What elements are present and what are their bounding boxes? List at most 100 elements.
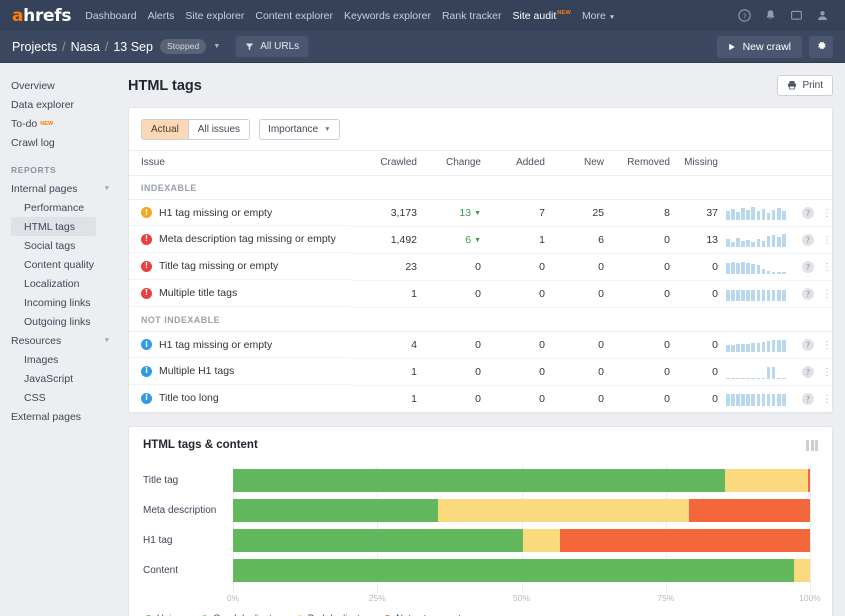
- nav-item-keywords-explorer[interactable]: Keywords explorer: [344, 10, 431, 22]
- table-row[interactable]: i H1 tag missing or empty 4 0 0 0 0 0? ⋮: [129, 331, 832, 359]
- issue-link[interactable]: Multiple title tags: [159, 287, 237, 299]
- sparkline-chart: [718, 233, 788, 247]
- tab-actual[interactable]: Actual: [142, 120, 188, 139]
- cell-new: 0: [545, 358, 604, 386]
- column-header-issue[interactable]: Issue: [129, 150, 351, 176]
- more-options-icon[interactable]: ⋮: [822, 208, 832, 219]
- ahrefs-logo[interactable]: ahrefs: [12, 5, 72, 26]
- print-button[interactable]: Print: [777, 75, 833, 96]
- breadcrumb-project-nasa[interactable]: Nasa: [71, 40, 100, 54]
- column-header-missing[interactable]: Missing: [670, 150, 718, 176]
- column-header-new[interactable]: New: [545, 150, 604, 176]
- issue-link[interactable]: Title too long: [159, 392, 219, 404]
- sidebar-item-performance[interactable]: Performance: [11, 198, 124, 217]
- sparkline-chart: [718, 366, 788, 379]
- nav-item-rank-tracker[interactable]: Rank tracker: [442, 10, 502, 22]
- column-header-added[interactable]: Added: [481, 150, 545, 176]
- error-icon: !: [141, 233, 152, 245]
- nav-item-dashboard[interactable]: Dashboard: [85, 10, 136, 22]
- sidebar-item-overview[interactable]: Overview: [11, 76, 124, 95]
- sidebar-item-content-quality[interactable]: Content quality: [11, 255, 124, 274]
- new-crawl-button[interactable]: New crawl: [716, 35, 802, 58]
- column-header-crawled[interactable]: Crawled: [351, 150, 417, 176]
- nav-label: Alerts: [147, 9, 175, 22]
- sidebar-group-resources[interactable]: Resources ▼: [11, 331, 124, 350]
- more-options-icon[interactable]: ⋮: [822, 262, 832, 273]
- chart-options-icon[interactable]: [806, 439, 818, 451]
- chart-x-axis: 0% 25% 50% 75% 100%: [227, 593, 821, 607]
- cell-crawled: 3,173: [351, 199, 417, 227]
- importance-dropdown[interactable]: Importance ▼: [259, 119, 340, 140]
- sparkline-chart: [718, 339, 788, 352]
- issue-link[interactable]: Title tag missing or empty: [159, 260, 278, 272]
- table-row[interactable]: ! Multiple title tags 1 0 0 0 0 0? ⋮: [129, 280, 832, 308]
- sidebar-item-localization[interactable]: Localization: [11, 274, 124, 293]
- more-options-icon[interactable]: ⋮: [822, 289, 832, 300]
- top-navigation-bar: ahrefs Dashboard Alerts Site explorer Co…: [0, 0, 845, 31]
- more-options-icon[interactable]: ⋮: [822, 367, 832, 378]
- account-icon[interactable]: [816, 9, 829, 22]
- table-row[interactable]: i Title too long 1 0 0 0 0 0? ⋮: [129, 386, 832, 413]
- sidebar-label: Localization: [24, 277, 80, 290]
- more-options-icon[interactable]: ⋮: [822, 235, 832, 246]
- nav-item-site-explorer[interactable]: Site explorer: [185, 10, 244, 22]
- sidebar-item-external-pages[interactable]: External pages: [11, 407, 124, 426]
- issue-link[interactable]: H1 tag missing or empty: [159, 207, 272, 219]
- nav-item-site-audit[interactable]: Site auditNEW: [513, 10, 571, 22]
- column-header-removed[interactable]: Removed: [604, 150, 670, 176]
- logo-text: hrefs: [23, 5, 72, 26]
- sidebar-item-data-explorer[interactable]: Data explorer: [11, 95, 124, 114]
- messages-icon[interactable]: [790, 9, 803, 22]
- sidebar-item-outgoing-links[interactable]: Outgoing links: [11, 312, 124, 331]
- sidebar-item-images[interactable]: Images: [11, 350, 124, 369]
- help-icon[interactable]: ?: [802, 339, 814, 352]
- breadcrumb-projects[interactable]: Projects: [12, 40, 57, 54]
- chart-stacked-bar[interactable]: [233, 559, 810, 582]
- table-row[interactable]: ! Meta description tag missing or empty 1,…: [129, 226, 832, 254]
- bar-segment-bad-duplicates: [725, 469, 809, 492]
- bar-segment-unique: [233, 469, 726, 492]
- nav-item-content-explorer[interactable]: Content explorer: [255, 10, 333, 22]
- help-icon[interactable]: ?: [802, 207, 814, 220]
- sidebar-group-internal-pages[interactable]: Internal pages ▼: [11, 179, 124, 198]
- bar-segment-not-set-or-empty: [559, 529, 810, 552]
- issue-link[interactable]: Meta description tag missing or empty: [159, 233, 336, 245]
- more-options-icon[interactable]: ⋮: [822, 340, 832, 351]
- sidebar-item-css[interactable]: CSS: [11, 388, 124, 407]
- chart-stacked-bar[interactable]: [233, 499, 810, 522]
- sidebar-item-social-tags[interactable]: Social tags: [11, 236, 124, 255]
- cell-help: ?: [788, 358, 814, 386]
- settings-button[interactable]: [809, 35, 833, 58]
- help-icon[interactable]: ?: [802, 393, 814, 406]
- help-icon[interactable]: ?: [802, 234, 814, 247]
- sidebar-item-html-tags[interactable]: HTML tags: [11, 217, 96, 236]
- nav-item-alerts[interactable]: Alerts: [148, 10, 175, 22]
- chart-stacked-bar[interactable]: [233, 469, 810, 492]
- sidebar-label: Overview: [11, 79, 55, 92]
- issue-link[interactable]: Multiple H1 tags: [159, 365, 234, 377]
- table-row[interactable]: ! Title tag missing or empty 23 0 0 0 0 0? ⋮: [129, 253, 832, 281]
- chart-stacked-bar[interactable]: [233, 529, 810, 552]
- cell-help: ?: [788, 253, 814, 281]
- table-row[interactable]: ! H1 tag missing or empty 3,173 13 ▼ 7 25 8 37? ⋮: [129, 199, 832, 227]
- help-icon[interactable]: ?: [802, 288, 814, 301]
- issue-link[interactable]: H1 tag missing or empty: [159, 339, 272, 351]
- more-options-icon[interactable]: ⋮: [822, 394, 832, 405]
- help-icon[interactable]: ?: [802, 366, 814, 379]
- sidebar-item-incoming-links[interactable]: Incoming links: [11, 293, 124, 312]
- chevron-down-icon[interactable]: ▼: [213, 43, 220, 50]
- url-filter-button[interactable]: All URLs: [236, 36, 309, 57]
- sidebar-item-todo[interactable]: To-do NEW: [11, 114, 124, 133]
- table-row[interactable]: i Multiple H1 tags 1 0 0 0 0 0? ⋮: [129, 358, 832, 386]
- sidebar-item-crawl-log[interactable]: Crawl log: [11, 133, 124, 152]
- sidebar-item-javascript[interactable]: JavaScript: [11, 369, 124, 388]
- cell-issue: ! Multiple title tags: [129, 281, 351, 307]
- nav-item-more[interactable]: More ▼: [582, 10, 615, 22]
- column-header-change[interactable]: Change: [417, 150, 481, 176]
- cell-removed: 0: [604, 253, 670, 281]
- notification-bell-icon[interactable]: [764, 9, 777, 22]
- tab-all-issues[interactable]: All issues: [187, 120, 250, 139]
- help-icon[interactable]: ?: [738, 9, 751, 22]
- breadcrumb-crawl-date[interactable]: 13 Sep: [113, 40, 153, 54]
- help-icon[interactable]: ?: [802, 261, 814, 274]
